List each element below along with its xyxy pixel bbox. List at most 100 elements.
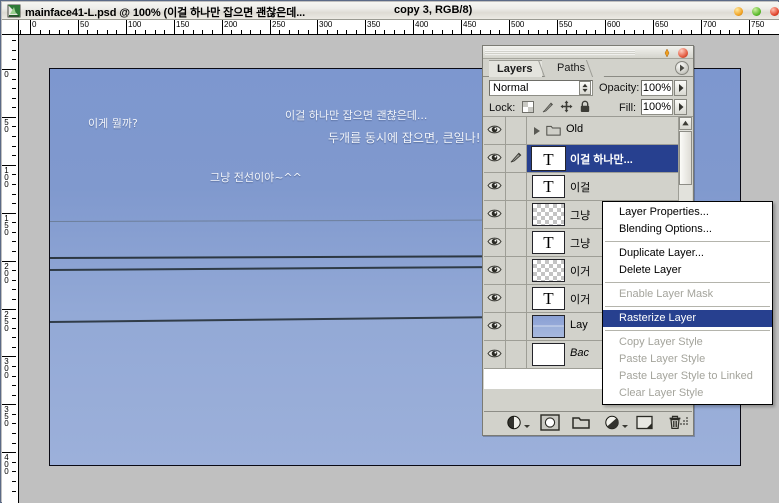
layer-name: 이걸	[570, 182, 591, 194]
layer-visibility-toggle[interactable]	[484, 117, 506, 144]
fill-slider-button[interactable]	[674, 99, 687, 115]
layer-visibility-toggle[interactable]	[484, 257, 506, 284]
opacity-label: Opacity:	[599, 82, 640, 94]
layer-link-toggle[interactable]	[506, 117, 527, 144]
blend-mode-row[interactable]: Normal Opacity: 100%	[483, 77, 693, 97]
adjustment-layer-caret-icon[interactable]	[622, 425, 628, 428]
layer-thumbnail[interactable]: T	[531, 146, 566, 171]
layer-thumbnail[interactable]	[532, 315, 565, 338]
ruler-tick	[12, 462, 16, 463]
new-layer-icon[interactable]	[636, 415, 653, 430]
menu-item: Clear Layer Style	[619, 387, 704, 399]
window-title-text-continued: copy 3, RGB/8)	[394, 4, 473, 16]
layer-thumbnail[interactable]: T	[532, 231, 565, 254]
layer-link-toggle[interactable]	[506, 145, 527, 172]
ruler-tick	[337, 30, 338, 34]
resize-grip-icon[interactable]	[680, 417, 689, 426]
ruler-tick	[12, 395, 16, 396]
ruler-tick	[12, 88, 16, 89]
eye-icon	[487, 263, 502, 277]
layer-thumbnail[interactable]	[532, 203, 565, 226]
layer-visibility-toggle[interactable]	[484, 201, 506, 228]
ruler-tick	[653, 20, 654, 34]
collapse-icon[interactable]	[663, 49, 671, 57]
tab-layers[interactable]: Layers	[489, 60, 543, 77]
layer-thumbnail[interactable]	[532, 343, 565, 366]
layer-visibility-toggle[interactable]	[484, 341, 506, 368]
palette-tab-strip[interactable]: Layers Paths	[483, 59, 693, 77]
layer-link-toggle[interactable]	[506, 285, 527, 312]
layer-style-icon[interactable]	[506, 415, 522, 430]
canvas-text-1: 이게 뭘까?	[88, 117, 138, 130]
palette-menu-button[interactable]	[675, 61, 689, 75]
ruler-tick	[87, 30, 88, 34]
ruler-tick	[12, 107, 16, 108]
layer-visibility-toggle[interactable]	[484, 285, 506, 312]
lock-transparency-icon[interactable]	[522, 101, 534, 113]
menu-item[interactable]: Layer Properties...	[603, 204, 772, 221]
vertical-ruler[interactable]: 0 50 100 150 200 250 300 350 400	[2, 35, 19, 503]
ruler-tick	[384, 30, 385, 34]
minimize-button[interactable]	[734, 7, 743, 16]
layer-visibility-toggle[interactable]	[484, 313, 506, 340]
ruler-tick	[12, 376, 16, 377]
layer-row[interactable]: T 이걸 하나만...	[484, 145, 692, 173]
ruler-label: 300	[4, 357, 9, 380]
ruler-tick	[12, 318, 16, 319]
eye-icon	[487, 235, 502, 249]
palette-close-icon[interactable]	[678, 48, 688, 58]
blend-mode-stepper[interactable]	[579, 81, 591, 95]
layer-link-toggle[interactable]	[506, 229, 527, 256]
layer-mask-icon[interactable]	[540, 414, 560, 431]
menu-item[interactable]: Duplicate Layer...	[603, 245, 772, 262]
layer-link-toggle[interactable]	[506, 257, 527, 284]
ruler-tick	[758, 30, 759, 34]
layer-row[interactable]: Old	[484, 117, 692, 145]
palette-drag-grip[interactable]	[485, 50, 635, 55]
group-expand-arrow-icon[interactable]	[534, 127, 540, 135]
ruler-tick	[739, 30, 740, 34]
layer-style-caret-icon[interactable]	[524, 425, 530, 428]
scrollbar-thumb[interactable]	[679, 131, 692, 185]
layer-row[interactable]: T 이걸	[484, 173, 692, 201]
fill-input[interactable]: 100%	[641, 99, 673, 115]
ruler-tick	[12, 491, 16, 492]
layer-link-toggle[interactable]	[506, 341, 527, 368]
palette-title-bar[interactable]	[483, 46, 693, 59]
ruler-tick	[681, 30, 682, 34]
new-adjustment-layer-icon[interactable]	[604, 415, 620, 430]
blend-mode-select[interactable]: Normal	[489, 80, 593, 96]
layer-visibility-toggle[interactable]	[484, 173, 506, 200]
menu-item[interactable]: Rasterize Layer	[603, 310, 772, 327]
layer-thumbnail[interactable]: T	[532, 175, 565, 198]
lock-position-icon[interactable]	[560, 100, 573, 113]
menu-item[interactable]: Delete Layer	[603, 262, 772, 279]
lock-all-icon[interactable]	[579, 100, 591, 113]
ruler-label: 0	[32, 20, 37, 29]
layer-thumbnail[interactable]	[532, 259, 565, 282]
close-button[interactable]	[770, 7, 779, 16]
opacity-input[interactable]: 100%	[641, 80, 673, 96]
layer-visibility-toggle[interactable]	[484, 145, 506, 172]
layer-link-toggle[interactable]	[506, 201, 527, 228]
maximize-button[interactable]	[752, 7, 761, 16]
menu-item[interactable]: Blending Options...	[603, 221, 772, 238]
layer-visibility-toggle[interactable]	[484, 229, 506, 256]
ruler-tick	[308, 30, 309, 34]
layer-link-toggle[interactable]	[506, 173, 527, 200]
layer-link-toggle[interactable]	[506, 313, 527, 340]
scroll-up-button[interactable]	[679, 117, 692, 130]
window-title-bar[interactable]: mainface41-L.psd @ 100% (이걸 하나만 잡으면 괜찮은데…	[2, 2, 779, 20]
layer-thumbnail[interactable]: T	[532, 287, 565, 310]
lock-row[interactable]: Lock: Fill: 100%	[483, 97, 693, 117]
horizontal-ruler[interactable]: 0 50 100 150 200 250 300 350 400 450 500 550 600 650 7…	[19, 20, 779, 35]
ruler-tick	[298, 30, 299, 34]
eye-icon	[487, 291, 502, 305]
ruler-tick	[135, 30, 136, 34]
ruler-tick	[107, 30, 108, 34]
new-group-icon[interactable]	[572, 415, 590, 430]
layer-context-menu[interactable]: Layer Properties... Blending Options... Du…	[602, 201, 773, 405]
opacity-slider-button[interactable]	[674, 80, 687, 96]
ruler-corner[interactable]	[2, 20, 19, 35]
lock-image-icon[interactable]	[541, 100, 555, 114]
